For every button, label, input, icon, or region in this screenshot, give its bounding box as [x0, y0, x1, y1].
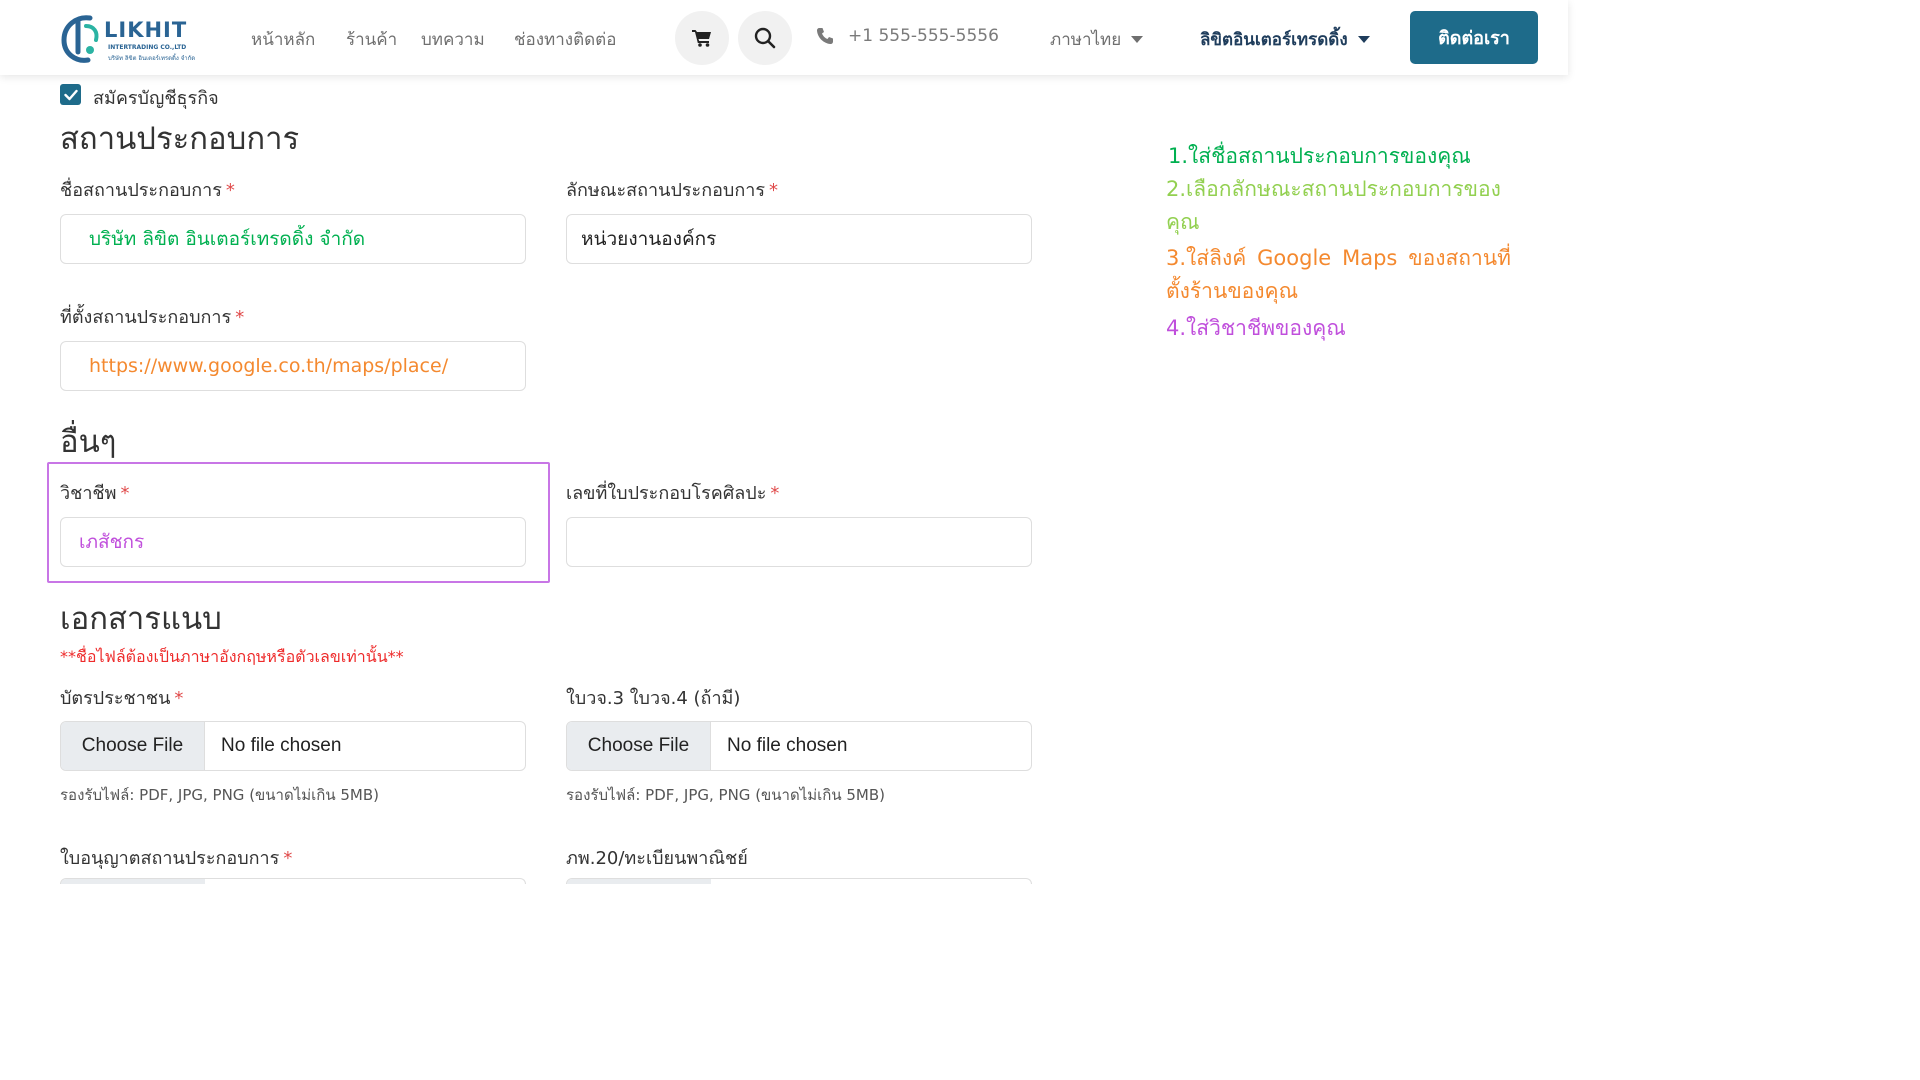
logo-subtitle-thai: บริษัท ลิขิต อินเตอร์เทรดดิ้ง จำกัด	[108, 55, 196, 62]
id-card-label: บัตรประชาชน *	[60, 688, 184, 709]
choose-file-button[interactable]	[567, 879, 711, 884]
business-type-label: ลักษณะสถานประกอบการ *	[566, 180, 779, 201]
phone-icon	[817, 28, 833, 44]
cart-icon	[692, 30, 711, 47]
medical-license-label: เลขที่ใบประกอบโรคศิลปะ *	[566, 483, 780, 504]
instruction-step-4: 4.ใส่วิชาชีพของคุณ	[1166, 316, 1346, 340]
tax-document-file-input[interactable]: Choose File No file chosen	[566, 721, 1032, 771]
file-status: No file chosen	[221, 735, 342, 756]
commerce-registration-label: ภพ.20/ทะเบียนพาณิชย์	[566, 848, 748, 869]
required-mark: *	[283, 848, 293, 869]
required-mark: *	[235, 307, 245, 328]
account-name: ลิขิตอินเตอร์เทรดดิ้ง	[1200, 30, 1348, 50]
logo-name: LIKHIT	[104, 18, 188, 42]
other-section-title: อื่นๆ	[60, 424, 117, 460]
business-type-select[interactable]: หน่วยงานองค์กร	[566, 214, 1032, 264]
profession-input[interactable]: เภสัชกร	[60, 517, 526, 567]
instruction-step-2: 2.เลือกลักษณะสถานประกอบการของคุณ	[1166, 177, 1501, 234]
business-location-label: ที่ตั้งสถานประกอบการ *	[60, 307, 245, 328]
required-mark: *	[769, 180, 779, 201]
profession-label: วิชาชีพ *	[60, 483, 130, 504]
logo-mark-icon	[61, 15, 99, 63]
medical-license-input[interactable]	[566, 517, 1032, 567]
cart-button[interactable]	[675, 11, 729, 65]
required-mark: *	[174, 688, 184, 709]
id-card-file-hint: รองรับไฟล์: PDF, JPG, PNG (ขนาดไม่เกิน 5…	[60, 786, 380, 804]
tax-document-file-hint: รองรับไฟล์: PDF, JPG, PNG (ขนาดไม่เกิน 5…	[566, 786, 886, 804]
business-name-input[interactable]: บริษัท ลิขิต อินเตอร์เทรดดิ้ง จำกัด	[60, 214, 526, 264]
contact-us-button[interactable]: ติดต่อเรา	[1410, 11, 1538, 64]
chevron-down-icon	[1131, 36, 1144, 43]
choose-file-button[interactable]	[61, 879, 205, 884]
id-card-file-input[interactable]: Choose File No file chosen	[60, 721, 526, 771]
phone-number: +1 555-555-5556	[848, 26, 999, 46]
search-button[interactable]	[738, 11, 792, 65]
choose-file-button[interactable]: Choose File	[567, 722, 711, 770]
search-icon	[754, 27, 776, 49]
business-permit-file-input[interactable]	[60, 878, 526, 884]
instruction-step-3: 3.ใส่ลิงค์ Google Maps ของสถานที่ตั้งร้า…	[1166, 246, 1511, 303]
top-navbar: LIKHIT INTERTRADING CO.,LTD บริษัท ลิขิต…	[0, 0, 1568, 75]
business-account-checkbox[interactable]	[60, 84, 81, 105]
business-name-value: บริษัท ลิขิต อินเตอร์เทรดดิ้ง จำกัด	[89, 228, 366, 250]
language-dropdown[interactable]: ภาษาไทย	[1050, 26, 1144, 53]
instruction-step-1: 1.ใส่ชื่อสถานประกอบการของคุณ	[1168, 144, 1471, 168]
logo-subtitle: INTERTRADING CO.,LTD	[108, 44, 187, 51]
required-mark: *	[770, 483, 780, 504]
business-name-label: ชื่อสถานประกอบการ *	[60, 180, 235, 201]
choose-file-button[interactable]: Choose File	[61, 722, 205, 770]
business-type-value: หน่วยงานองค์กร	[581, 228, 717, 250]
file-status: No file chosen	[727, 735, 848, 756]
nav-shop[interactable]: ร้านค้า	[346, 26, 397, 53]
checkmark-icon	[63, 89, 78, 100]
required-mark: *	[225, 180, 235, 201]
site-logo[interactable]: LIKHIT INTERTRADING CO.,LTD บริษัท ลิขิต…	[60, 12, 210, 64]
business-location-value: https://www.google.co.th/maps/place/	[89, 355, 449, 377]
business-account-label: สมัครบัญชีธุรกิจ	[93, 88, 219, 109]
filename-warning: **ชื่อไฟล์ต้องเป็นภาษาอังกฤษหรือตัวเลขเท…	[60, 647, 404, 666]
chevron-down-icon	[1357, 36, 1370, 43]
tax-document-label: ใบวจ.3 ใบวจ.4 (ถ้ามี)	[566, 688, 741, 709]
nav-articles[interactable]: บทความ	[421, 26, 485, 53]
commerce-registration-file-input[interactable]	[566, 878, 1032, 884]
business-section-title: สถานประกอบการ	[60, 121, 300, 157]
attachments-section-title: เอกสารแนบ	[60, 601, 222, 637]
nav-home[interactable]: หน้าหลัก	[251, 26, 315, 53]
phone-contact[interactable]: +1 555-555-5556	[816, 26, 999, 46]
required-mark: *	[120, 483, 130, 504]
nav-contact-channels[interactable]: ช่องทางติดต่อ	[514, 26, 616, 53]
business-permit-label: ใบอนุญาตสถานประกอบการ *	[60, 848, 293, 869]
language-label: ภาษาไทย	[1050, 30, 1122, 50]
business-location-input[interactable]: https://www.google.co.th/maps/place/	[60, 341, 526, 391]
account-dropdown[interactable]: ลิขิตอินเตอร์เทรดดิ้ง	[1200, 26, 1370, 53]
profession-value: เภสัชกร	[79, 531, 145, 553]
